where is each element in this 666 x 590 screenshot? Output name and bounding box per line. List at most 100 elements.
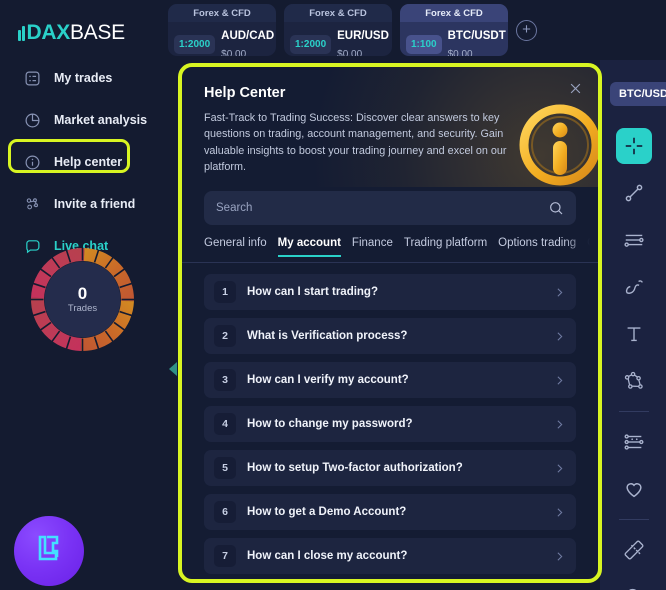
faq-list: 1 How can I start trading? 2 What is Ver… <box>182 263 598 574</box>
search-icon[interactable] <box>548 200 564 216</box>
ticker-symbol: EUR/USD <box>337 30 389 42</box>
search-input[interactable] <box>216 202 548 214</box>
sidebar: DAX BASE My trades Market analysis Help … <box>0 0 162 590</box>
ticker-info: AUD/CAD $0.00 <box>221 26 274 56</box>
ticker-amount: $0.00 <box>447 49 473 56</box>
tab-my-account[interactable]: My account <box>277 237 342 257</box>
sidebar-nav: My trades Market analysis Help center In… <box>0 62 162 272</box>
search-box[interactable] <box>204 191 576 225</box>
tab-cfd[interactable]: CF <box>587 237 598 256</box>
tab-finance[interactable]: Finance <box>352 237 393 256</box>
faq-question: What is Verification process? <box>247 330 408 342</box>
faq-item[interactable]: 5 How to setup Two-factor authorization? <box>204 450 576 486</box>
ticker-tab-audcad[interactable]: Forex & CFD 1:2000 AUD/CAD $0.00 <box>168 4 276 56</box>
faq-question: How to change my password? <box>247 418 413 430</box>
faq-question: How can I verify my account? <box>247 374 409 386</box>
tool-divider <box>619 411 649 412</box>
ticker-market-label: Forex & CFD <box>400 4 508 22</box>
faq-item[interactable]: 6 How to get a Demo Account? <box>204 494 576 530</box>
tool-divider <box>619 519 649 520</box>
chevron-right-icon[interactable] <box>553 550 566 563</box>
faq-number: 7 <box>214 545 236 567</box>
tab-trading-platform[interactable]: Trading platform <box>404 237 487 256</box>
faq-question: How can I close my account? <box>247 550 408 562</box>
logo-text-primary: DAX <box>26 21 71 44</box>
ticker-body: 1:2000 AUD/CAD $0.00 <box>168 22 276 56</box>
logo-bars-icon <box>18 25 25 41</box>
app-root: DAX BASE My trades Market analysis Help … <box>0 0 666 590</box>
chevron-right-icon[interactable] <box>553 418 566 431</box>
monogram-icon <box>38 535 59 561</box>
brand-avatar[interactable] <box>14 516 84 586</box>
people-group-icon <box>22 194 42 214</box>
faq-question: How to get a Demo Account? <box>247 506 407 518</box>
sidebar-item-label: Invite a friend <box>54 197 136 211</box>
panel-collapse-arrow[interactable] <box>169 362 177 376</box>
brush-tool[interactable] <box>616 269 652 305</box>
sidebar-item-help-center[interactable]: Help center <box>0 139 162 178</box>
modal-description: Fast-Track to Trading Success: Discover … <box>204 112 507 174</box>
trend-line-tool[interactable] <box>616 175 652 211</box>
trades-count: 0 <box>77 283 88 303</box>
faq-number: 2 <box>214 325 236 347</box>
ticker-body: 1:100 BTC/USDT $0.00 <box>400 22 508 56</box>
sidebar-item-market-analysis[interactable]: Market analysis <box>0 104 162 136</box>
crosshair-tool[interactable] <box>616 128 652 164</box>
faq-item[interactable]: 3 How can I verify my account? <box>204 362 576 398</box>
modal-title: Help Center <box>204 85 286 101</box>
ticker-amount: $0.00 <box>337 49 363 56</box>
chart-pair-pill[interactable]: BTC/USD <box>610 82 666 106</box>
chevron-right-icon[interactable] <box>553 506 566 519</box>
app-logo[interactable]: DAX BASE <box>18 20 125 46</box>
chevron-right-icon[interactable] <box>553 462 566 475</box>
leverage-badge: 1:100 <box>406 34 442 54</box>
faq-category-tabs: General info My account Finance Trading … <box>182 237 598 263</box>
help-center-modal: Help Center Fast-Track to Trading Succes… <box>182 67 598 579</box>
tab-options-trading[interactable]: Options trading <box>498 237 576 256</box>
chevron-right-icon[interactable] <box>553 286 566 299</box>
logo-text-secondary: BASE <box>69 21 125 44</box>
sidebar-item-invite-a-friend[interactable]: Invite a friend <box>0 188 162 220</box>
faq-number: 3 <box>214 369 236 391</box>
chevron-right-icon[interactable] <box>553 374 566 387</box>
faq-item[interactable]: 2 What is Verification process? <box>204 318 576 354</box>
ticker-amount: $0.00 <box>221 49 247 56</box>
list-card-icon <box>22 68 42 88</box>
trades-gauge-center: 0 Trades <box>67 283 98 315</box>
pattern-tool[interactable] <box>616 363 652 399</box>
zoom-in-tool[interactable] <box>616 579 652 590</box>
faq-number: 5 <box>214 457 236 479</box>
text-tool[interactable] <box>616 316 652 352</box>
close-icon[interactable] <box>566 79 584 97</box>
ticker-info: EUR/USD $0.00 <box>337 26 389 56</box>
info-circle-icon <box>22 152 42 172</box>
settings-sliders-tool[interactable] <box>616 424 652 460</box>
faq-item[interactable]: 7 How can I close my account? <box>204 538 576 574</box>
trades-gauge: 0 Trades <box>26 243 139 356</box>
trades-count-label: Trades <box>67 303 98 315</box>
ticker-tab-bar: Forex & CFD 1:2000 AUD/CAD $0.00 Forex &… <box>162 0 666 60</box>
faq-item[interactable]: 4 How to change my password? <box>204 406 576 442</box>
ticker-symbol: AUD/CAD <box>221 30 275 42</box>
faq-item[interactable]: 1 How can I start trading? <box>204 274 576 310</box>
tab-general-info[interactable]: General info <box>204 237 267 256</box>
favorite-heart-tool[interactable] <box>616 471 652 507</box>
modal-header: Help Center Fast-Track to Trading Succes… <box>182 67 598 187</box>
add-ticker-button[interactable]: + <box>516 19 537 41</box>
ticker-tab-btcusdt[interactable]: Forex & CFD 1:100 BTC/USDT $0.00 <box>400 4 508 56</box>
leverage-badge: 1:2000 <box>174 34 216 54</box>
ticker-market-label: Forex & CFD <box>168 4 276 22</box>
horizontal-lines-tool[interactable] <box>616 222 652 258</box>
chevron-right-icon[interactable] <box>553 330 566 343</box>
faq-question: How can I start trading? <box>247 286 378 298</box>
sidebar-item-my-trades[interactable]: My trades <box>0 62 162 94</box>
ruler-tool[interactable] <box>616 532 652 568</box>
ticker-tab-eurusd[interactable]: Forex & CFD 1:2000 EUR/USD $0.00 <box>284 4 392 56</box>
faq-number: 4 <box>214 413 236 435</box>
leverage-badge: 1:2000 <box>290 34 332 54</box>
ticker-info: BTC/USDT $0.00 <box>448 26 506 56</box>
sidebar-item-label: My trades <box>54 71 113 85</box>
chart-tool-panel: BTC/USD <box>600 60 666 590</box>
sidebar-item-label: Market analysis <box>54 113 148 127</box>
search-row <box>182 187 598 225</box>
